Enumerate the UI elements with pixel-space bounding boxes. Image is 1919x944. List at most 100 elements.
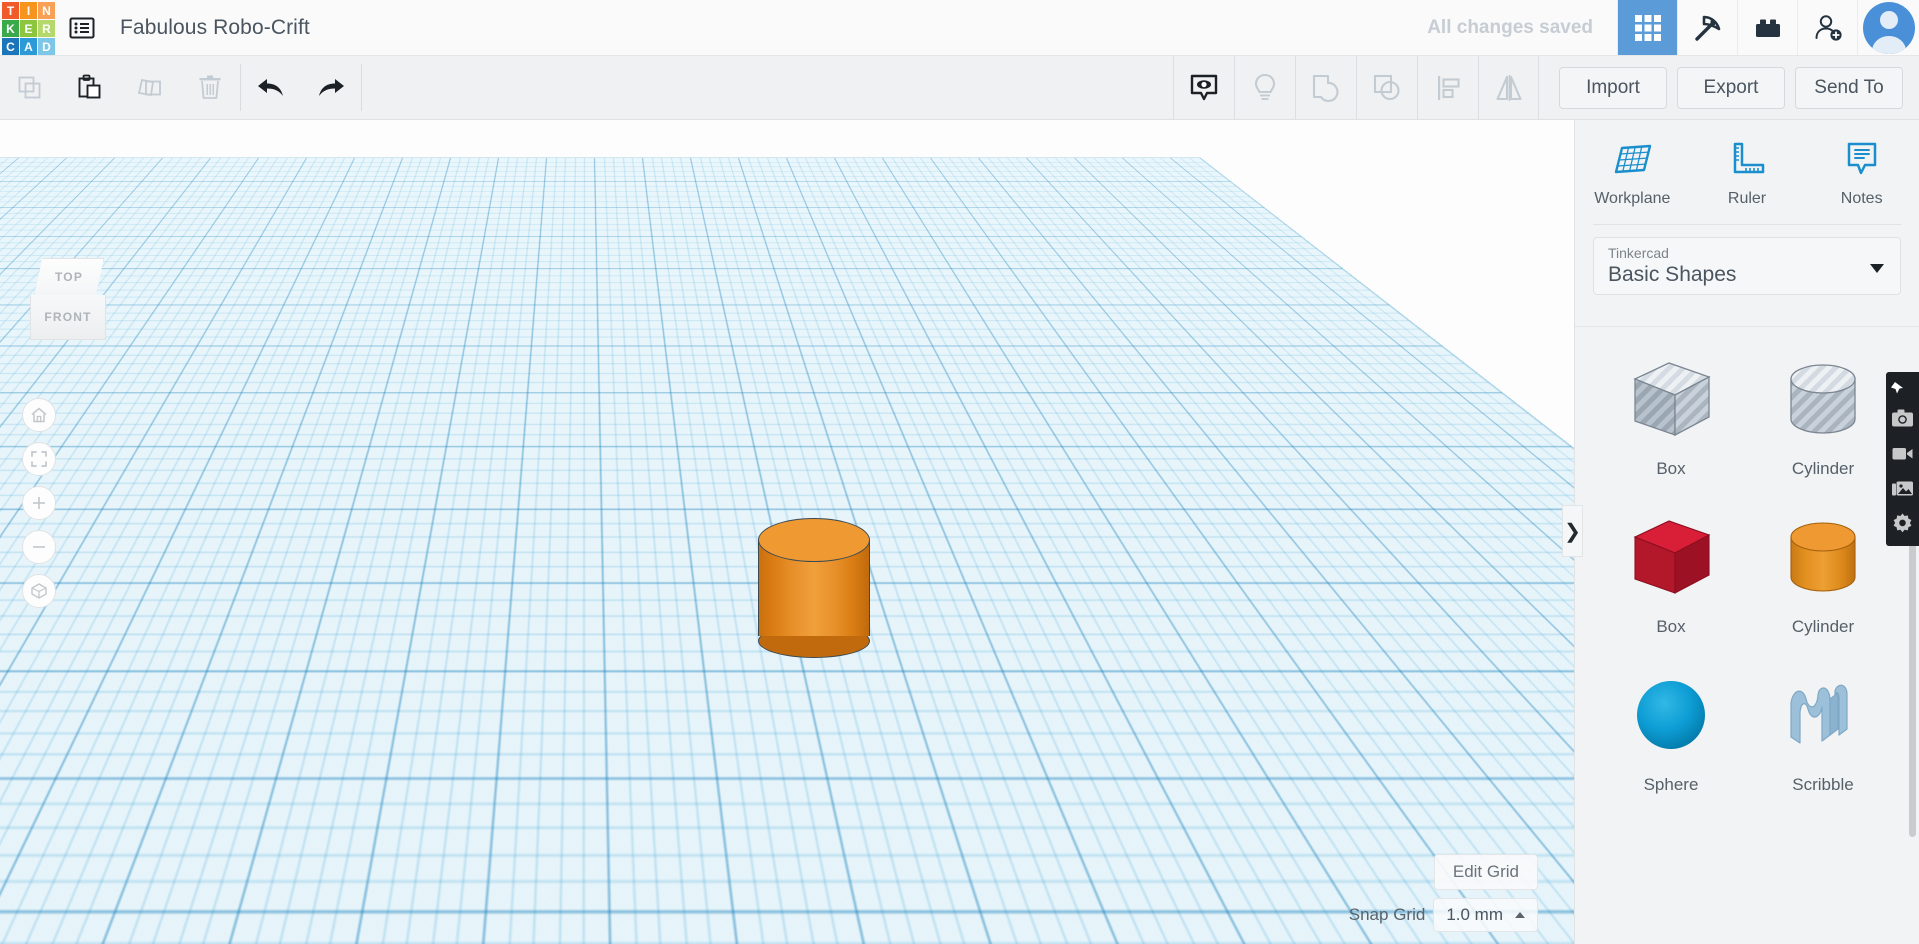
panel-collapse-handle[interactable]: ❯ <box>1562 505 1583 557</box>
user-avatar[interactable] <box>1857 0 1919 55</box>
workplane-icon <box>1615 144 1652 173</box>
box-hole-thumbnail <box>1621 349 1721 449</box>
logo-tile: K <box>2 20 19 37</box>
workplane-tool[interactable]: Workplane <box>1575 120 1690 224</box>
view-cube-top-label: TOP <box>54 270 84 284</box>
shape-label: Box <box>1656 459 1686 478</box>
ruler-label: Ruler <box>1727 189 1767 207</box>
paste-icon[interactable] <box>60 56 120 119</box>
edit-toolbar: Import Export Send To <box>0 56 1919 120</box>
notes-tool[interactable]: Notes <box>1804 120 1919 224</box>
save-status-text: All changes saved <box>1427 16 1593 38</box>
zoom-in-icon[interactable] <box>22 486 56 520</box>
ruler-tool[interactable]: Ruler <box>1690 120 1805 224</box>
undo-icon[interactable] <box>241 56 301 119</box>
box-solid-thumbnail <box>1621 507 1721 607</box>
copy-icon[interactable] <box>0 56 60 119</box>
duplicate-icon[interactable] <box>120 56 180 119</box>
caret-up-icon <box>1515 912 1525 918</box>
shape-library-list[interactable]: Box Cylinder Box Cylinder Sphere Scribbl… <box>1575 326 1919 944</box>
shape-label: Cylinder <box>1791 617 1855 636</box>
right-side-panel: Workplane Ruler Notes Tinkercad Basic Sh… <box>1574 120 1919 944</box>
ungroup-icon[interactable] <box>1356 56 1417 119</box>
cylinder-solid-thumbnail <box>1773 507 1873 607</box>
fit-to-view-icon[interactable] <box>22 442 56 476</box>
export-button[interactable]: Export <box>1677 66 1785 109</box>
dropdown-category-label: Tinkercad <box>1608 245 1669 261</box>
settings-gear-icon[interactable] <box>1886 507 1919 540</box>
group-icon[interactable] <box>1295 56 1356 119</box>
logo-tile: N <box>38 2 55 19</box>
pin-icon[interactable] <box>1886 376 1919 400</box>
view-nav-controls <box>22 398 56 608</box>
snap-grid-value: 1.0 mm <box>1446 905 1503 924</box>
sphere-thumbnail <box>1621 665 1721 765</box>
logo-tile: T <box>2 2 19 19</box>
brick-icon[interactable] <box>1737 0 1797 55</box>
shape-item-sphere[interactable]: Sphere <box>1595 665 1747 795</box>
chevron-down-icon <box>1870 264 1884 273</box>
shape-item-box-solid[interactable]: Box <box>1595 507 1747 637</box>
panel-tool-row: Workplane Ruler Notes <box>1575 120 1919 224</box>
page-title: Fabulous Robo-Crift <box>120 15 310 39</box>
view-cube[interactable]: TOP FRONT <box>28 258 110 340</box>
delete-icon[interactable] <box>180 56 240 119</box>
snap-grid-select[interactable]: 1.0 mm <box>1433 898 1538 932</box>
home-view-icon[interactable] <box>22 398 56 432</box>
logo-tile: I <box>20 2 37 19</box>
lightbulb-icon[interactable] <box>1234 56 1295 119</box>
logo-tile: R <box>38 20 55 37</box>
file-action-buttons: Import Export Send To <box>1539 56 1919 119</box>
send-to-button[interactable]: Send To <box>1795 66 1903 109</box>
shape-item-box-hole[interactable]: Box <box>1595 349 1747 479</box>
notes-icon <box>1847 142 1876 174</box>
list-menu-icon[interactable] <box>56 0 108 55</box>
grid-blocks-icon[interactable] <box>1617 0 1677 55</box>
logo-tile: E <box>20 20 37 37</box>
zoom-out-icon[interactable] <box>22 530 56 564</box>
edit-grid-button[interactable]: Edit Grid <box>1433 854 1538 890</box>
video-camera-icon[interactable] <box>1886 437 1919 470</box>
redo-icon[interactable] <box>301 56 361 119</box>
recorder-toolbar <box>1886 372 1919 546</box>
shape-label: Cylinder <box>1791 459 1855 478</box>
panel-scrollbar[interactable] <box>1909 537 1916 837</box>
workplane-label: Workplane <box>1594 189 1671 207</box>
shape-label: Sphere <box>1643 775 1699 794</box>
pickaxe-icon[interactable] <box>1677 0 1737 55</box>
panel-divider <box>1593 224 1901 225</box>
header-icon-group <box>1617 0 1857 55</box>
ortho-perspective-icon[interactable] <box>22 574 56 608</box>
cylinder-top <box>758 518 870 562</box>
tinkercad-logo[interactable]: T I N K E R C A D <box>0 0 56 56</box>
logo-tile: A <box>20 38 37 55</box>
snap-grid-label: Snap Grid <box>1348 905 1426 924</box>
shape-item-scribble[interactable]: Scribble <box>1747 665 1899 795</box>
import-button[interactable]: Import <box>1559 66 1667 109</box>
shape-label: Scribble <box>1792 775 1854 794</box>
camera-icon[interactable] <box>1886 402 1919 435</box>
add-person-icon[interactable] <box>1797 0 1857 55</box>
3d-canvas[interactable]: TOP FRONT Edit Grid Snap Grid 1.0 mm <box>0 120 1574 944</box>
logo-tile: C <box>2 38 19 55</box>
view-cube-front-face[interactable]: FRONT <box>30 295 106 340</box>
cylinder-object[interactable] <box>758 518 870 658</box>
scribble-thumbnail <box>1773 665 1873 765</box>
snap-grid-control: Snap Grid 1.0 mm <box>1349 898 1538 932</box>
shape-grid: Box Cylinder Box Cylinder Sphere Scribbl… <box>1575 327 1919 817</box>
dropdown-selected-value: Basic Shapes <box>1608 263 1737 286</box>
align-icon[interactable] <box>1417 56 1478 119</box>
shape-library-dropdown[interactable]: Tinkercad Basic Shapes <box>1593 237 1901 295</box>
notes-label: Notes <box>1840 189 1883 207</box>
mirror-icon[interactable] <box>1478 56 1539 119</box>
ruler-icon <box>1733 142 1765 173</box>
logo-tile: D <box>38 38 55 55</box>
gallery-icon[interactable] <box>1886 472 1919 505</box>
shape-item-cylinder-hole[interactable]: Cylinder <box>1747 349 1899 479</box>
cylinder-hole-thumbnail <box>1773 349 1873 449</box>
header-spacer <box>310 0 1427 55</box>
shape-item-cylinder-solid[interactable]: Cylinder <box>1747 507 1899 637</box>
show-hide-eye-icon[interactable] <box>1173 56 1234 119</box>
view-cube-top-face[interactable]: TOP <box>34 258 104 296</box>
